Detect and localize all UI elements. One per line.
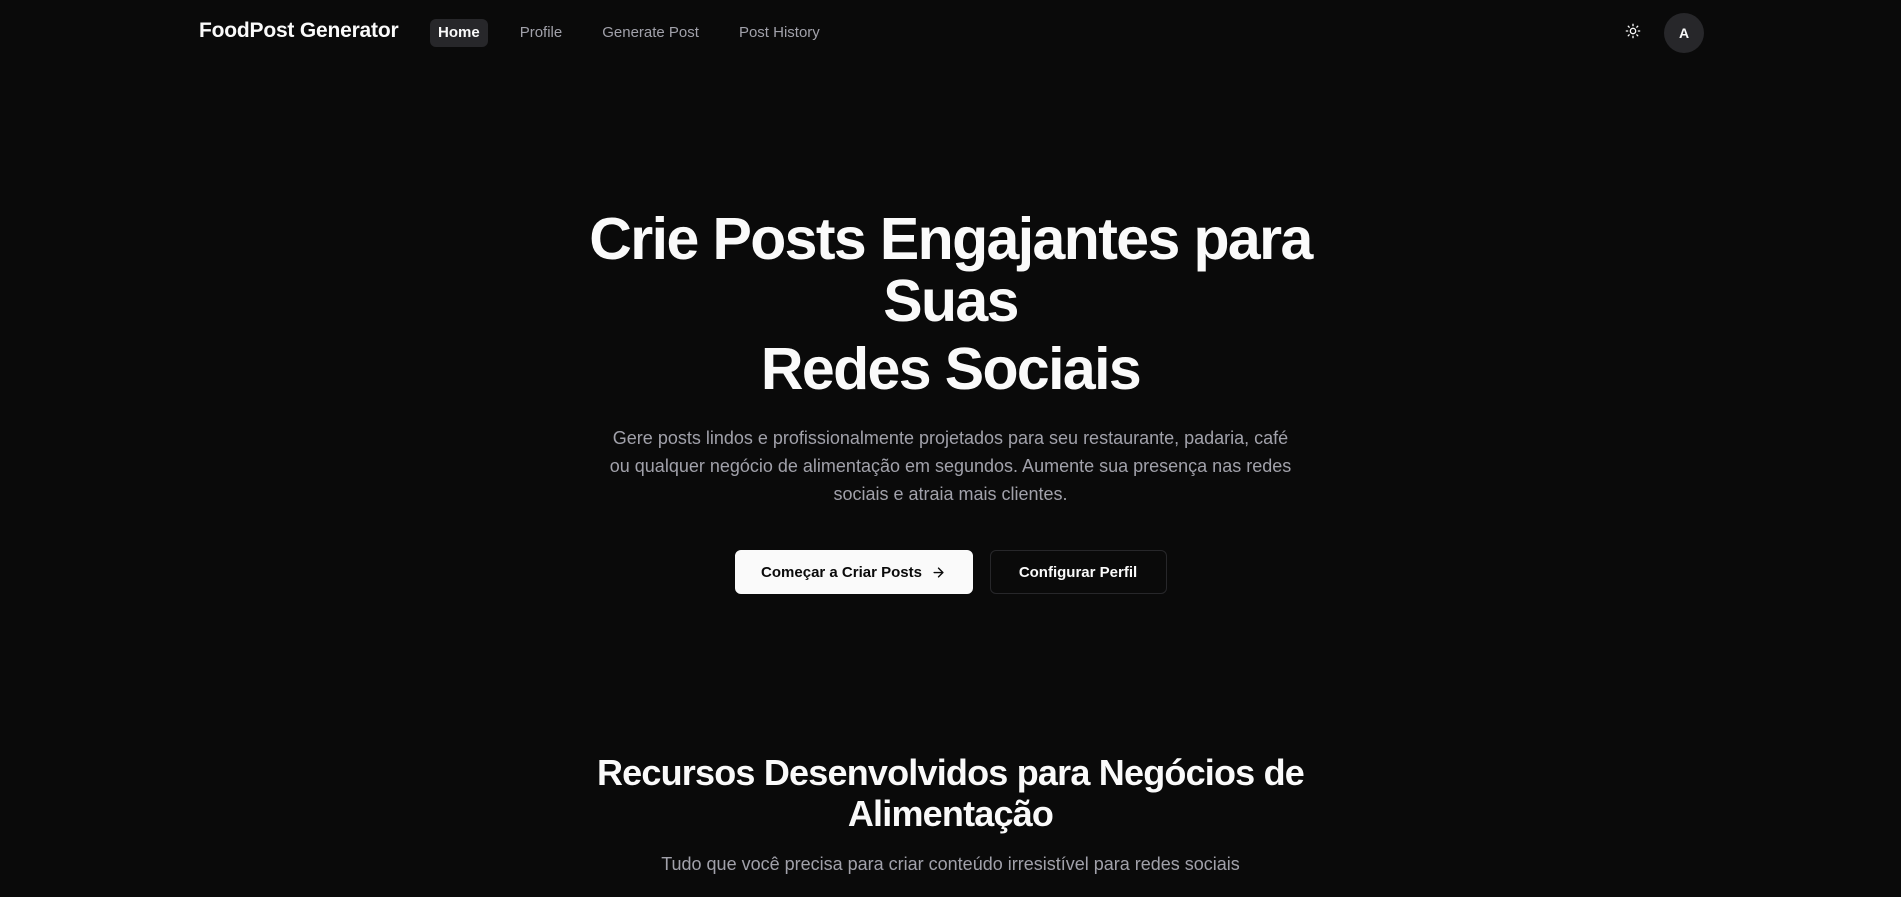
hero-section: Crie Posts Engajantes para Suas Redes So… xyxy=(0,208,1901,594)
user-avatar[interactable]: A xyxy=(1664,13,1704,53)
configure-profile-button[interactable]: Configurar Perfil xyxy=(989,550,1167,594)
nav-link-post-history[interactable]: Post History xyxy=(731,19,828,47)
nav-link-profile[interactable]: Profile xyxy=(512,19,571,47)
start-creating-posts-label: Começar a Criar Posts xyxy=(761,563,922,581)
start-creating-posts-button[interactable]: Começar a Criar Posts xyxy=(734,550,973,594)
nav-link-home[interactable]: Home xyxy=(430,19,488,47)
hero-title-line1: Crie Posts Engajantes para Suas xyxy=(589,206,1313,334)
brand-logo[interactable]: FoodPost Generator xyxy=(199,19,399,43)
hero-actions: Começar a Criar Posts Configurar Perfil xyxy=(0,550,1901,594)
hero-title-line2: Redes Sociais xyxy=(760,336,1142,402)
hero-title: Crie Posts Engajantes para Suas Redes So… xyxy=(541,208,1361,400)
features-section: Recursos Desenvolvidos para Negócios de … xyxy=(0,752,1901,875)
theme-toggle-button[interactable] xyxy=(1619,17,1647,45)
features-subtitle: Tudo que você precisa para criar conteúd… xyxy=(661,854,1240,874)
main-nav: Home Profile Generate Post Post History xyxy=(430,19,852,47)
hero-subtitle: Gere posts lindos e profissionalmente pr… xyxy=(609,428,1292,504)
sun-icon xyxy=(1625,23,1641,39)
configure-profile-label: Configurar Perfil xyxy=(1018,563,1138,581)
arrow-right-icon xyxy=(931,565,946,580)
nav-link-generate-post[interactable]: Generate Post xyxy=(594,19,707,47)
features-title: Recursos Desenvolvidos para Negócios de … xyxy=(596,752,1305,834)
top-navbar: FoodPost Generator Home Profile Generate… xyxy=(0,0,1901,66)
